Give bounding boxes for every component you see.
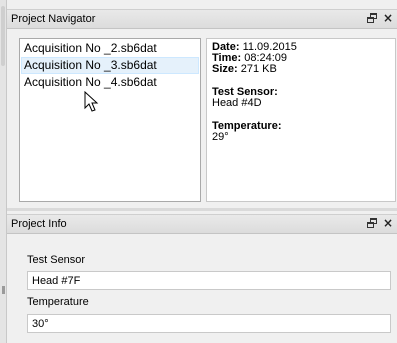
- file-list-item[interactable]: Acquisition No _3.sb6dat: [21, 57, 199, 74]
- mouse-cursor-icon: [84, 91, 99, 112]
- app-window: Project Navigator × Acquisition No _2.sb…: [0, 0, 397, 343]
- left-dock-scrollbar[interactable]: [0, 0, 7, 343]
- sensor-value: Head #4D: [212, 97, 262, 109]
- file-list[interactable]: Acquisition No _2.sb6dat Acquisition No …: [19, 38, 201, 202]
- close-icon[interactable]: ×: [383, 12, 393, 24]
- float-window-icon[interactable]: [366, 13, 377, 23]
- temperature-label: Temperature: [27, 296, 89, 308]
- temperature-input[interactable]: [27, 314, 391, 333]
- test-sensor-label: Test Sensor: [27, 254, 86, 266]
- scrollbar-thumb[interactable]: [1, 6, 5, 66]
- project-navigator-panel: Acquisition No _2.sb6dat Acquisition No …: [7, 31, 397, 208]
- file-list-item[interactable]: Acquisition No _2.sb6dat: [21, 40, 199, 57]
- close-icon[interactable]: ×: [383, 217, 393, 229]
- project-navigator-titlebar: Project Navigator ×: [7, 9, 397, 29]
- size-label: Size:: [212, 63, 238, 75]
- project-navigator-title: Project Navigator: [11, 13, 96, 25]
- size-value: 271 KB: [240, 63, 277, 75]
- float-window-icon[interactable]: [366, 218, 377, 228]
- file-list-item[interactable]: Acquisition No _4.sb6dat: [21, 74, 199, 91]
- file-details-panel: Date: 11.09.2015 Time: 08:24:09 Size: 27…: [206, 38, 396, 202]
- project-info-title: Project Info: [11, 218, 67, 230]
- dock-splitter[interactable]: [7, 208, 397, 211]
- splitter-handle[interactable]: [2, 286, 5, 294]
- temperature-value: 29°: [212, 131, 229, 143]
- project-info-titlebar: Project Info ×: [7, 214, 397, 234]
- test-sensor-input[interactable]: [27, 271, 391, 290]
- project-info-panel: Test Sensor Temperature: [7, 234, 397, 343]
